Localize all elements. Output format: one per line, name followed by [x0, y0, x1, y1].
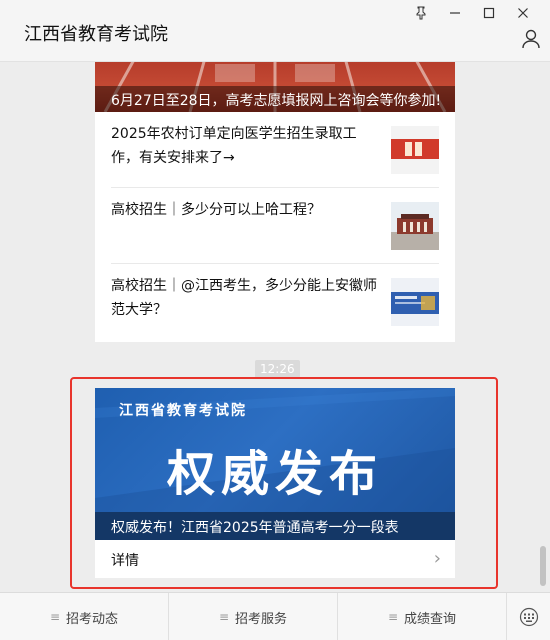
- news-list-item[interactable]: 2025年农村订单定向医学生招生录取工作，有关安排来了→: [111, 112, 439, 188]
- article-caption: 权威发布！江西省2025年普通高考一分一段表: [95, 512, 455, 540]
- title-bar: 江西省教育考试院: [0, 0, 550, 62]
- menu-item-exam-services[interactable]: ≡ 招考服务: [169, 593, 338, 640]
- window-title: 江西省教育考试院: [24, 24, 168, 45]
- news-item-title: 高校招生｜多少分可以上哈工程？: [111, 202, 321, 218]
- minimize-icon[interactable]: [438, 4, 472, 22]
- person-icon[interactable]: [520, 28, 542, 50]
- bottom-menu: ≡ 招考动态 ≡ 招考服务 ≡ 成绩查询: [0, 592, 550, 640]
- detail-label: 详情: [111, 553, 139, 569]
- keyboard-icon[interactable]: [507, 593, 550, 640]
- message-feed[interactable]: 6月27日至28日，高考志愿填报网上咨询会等你参加! 2025年农村订单定向医学…: [0, 62, 550, 592]
- menu-item-label: 成绩查询: [404, 611, 457, 627]
- menu-icon: ≡: [218, 610, 230, 624]
- news-banner-caption: 6月27日至28日，高考志愿填报网上咨询会等你参加!: [95, 86, 455, 112]
- news-thumbnail: [391, 126, 439, 174]
- menu-icon: ≡: [49, 610, 61, 624]
- article-card[interactable]: 江西省教育考试院 权威发布 权威发布！江西省2025年普通高考一分一段表 详情 …: [95, 388, 455, 578]
- menu-item-label: 招考动态: [66, 611, 119, 627]
- menu-item-score-query[interactable]: ≡ 成绩查询: [338, 593, 507, 640]
- news-list-item[interactable]: 高校招生｜多少分可以上哈工程？: [111, 188, 439, 264]
- chevron-right-icon: ›: [433, 548, 441, 569]
- news-list-item[interactable]: 高校招生｜@江西考生，多少分能上安徽师范大学？: [111, 264, 439, 340]
- maximize-icon[interactable]: [472, 4, 506, 22]
- message-timestamp: 12:26: [255, 360, 300, 378]
- menu-item-recruitment-news[interactable]: ≡ 招考动态: [0, 593, 169, 640]
- news-item-title: 2025年农村订单定向医学生招生录取工作，有关安排来了→: [111, 126, 357, 166]
- window-controls: [404, 4, 540, 22]
- article-banner-headline: 权威发布: [166, 446, 383, 502]
- pin-icon[interactable]: [404, 4, 438, 22]
- news-card[interactable]: 6月27日至28日，高考志愿填报网上咨询会等你参加! 2025年农村订单定向医学…: [95, 62, 455, 342]
- article-banner-org: 江西省教育考试院: [119, 403, 247, 419]
- menu-icon: ≡: [387, 610, 399, 624]
- scrollbar-thumb[interactable]: [540, 546, 546, 586]
- news-thumbnail: [391, 202, 439, 250]
- close-icon[interactable]: [506, 4, 540, 22]
- news-thumbnail: [391, 278, 439, 326]
- article-banner-image[interactable]: 江西省教育考试院 权威发布 权威发布！江西省2025年普通高考一分一段表: [95, 388, 455, 540]
- menu-item-label: 招考服务: [235, 611, 288, 627]
- news-banner-image[interactable]: 6月27日至28日，高考志愿填报网上咨询会等你参加!: [95, 62, 455, 112]
- news-item-title: 高校招生｜@江西考生，多少分能上安徽师范大学？: [111, 278, 377, 318]
- detail-link[interactable]: 详情 ›: [95, 540, 455, 578]
